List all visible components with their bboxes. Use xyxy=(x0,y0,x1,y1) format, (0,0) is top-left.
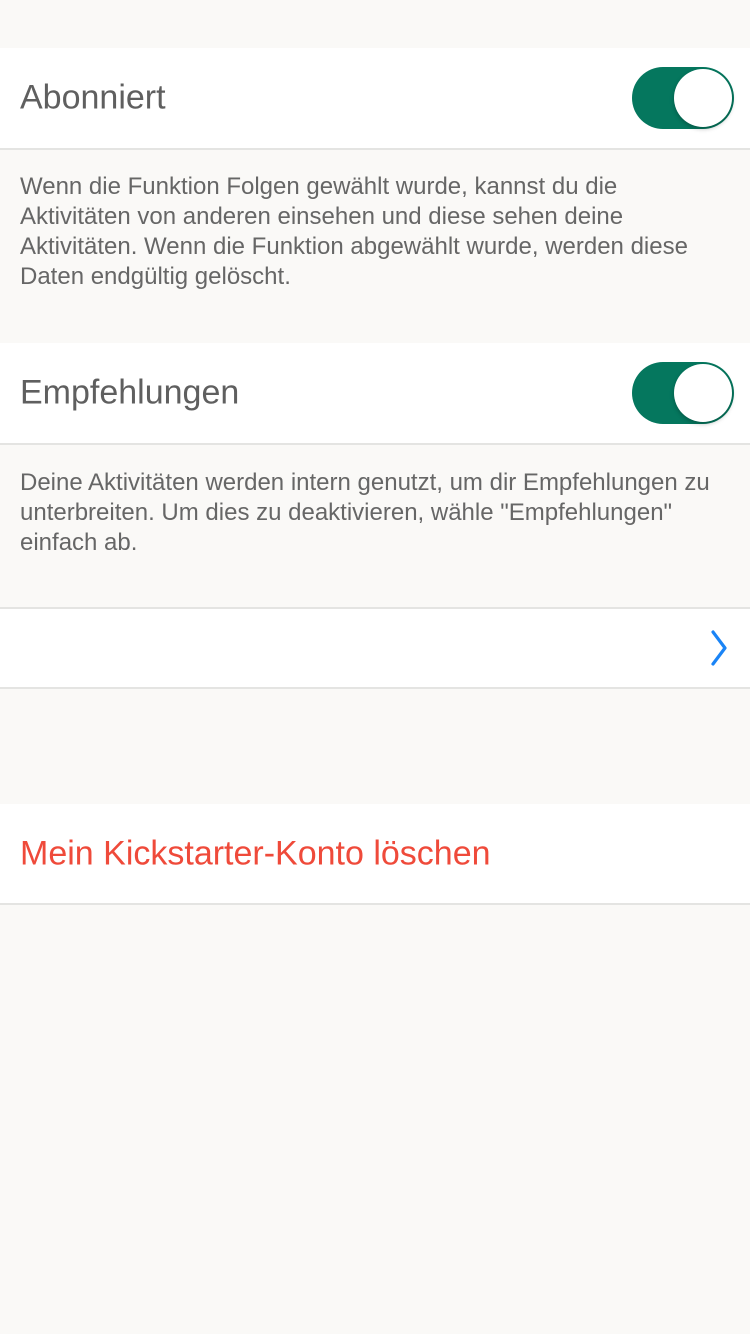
followed-toggle-knob xyxy=(674,69,732,127)
followed-label: Abonniert xyxy=(20,78,166,117)
navigation-row[interactable] xyxy=(0,607,750,689)
delete-account-button[interactable]: Mein Kickstarter-Konto löschen xyxy=(20,834,491,873)
recommendations-row[interactable]: Empfehlungen xyxy=(0,343,750,445)
followed-toggle[interactable] xyxy=(632,67,734,129)
followed-description: Wenn die Funktion Folgen gewählt wurde, … xyxy=(20,173,688,290)
privacy-settings-screen: Abonniert Wenn die Funktion Folgen gewäh… xyxy=(0,0,750,1334)
chevron-right-icon xyxy=(711,630,727,666)
recommendations-label: Empfehlungen xyxy=(20,373,240,412)
recommendations-toggle-knob xyxy=(674,364,732,422)
recommendations-description: Deine Aktivitäten werden intern genutzt,… xyxy=(20,469,710,556)
recommendations-toggle[interactable] xyxy=(632,362,734,424)
delete-account-row[interactable]: Mein Kickstarter-Konto löschen xyxy=(0,804,750,905)
followed-row[interactable]: Abonniert xyxy=(0,48,750,150)
